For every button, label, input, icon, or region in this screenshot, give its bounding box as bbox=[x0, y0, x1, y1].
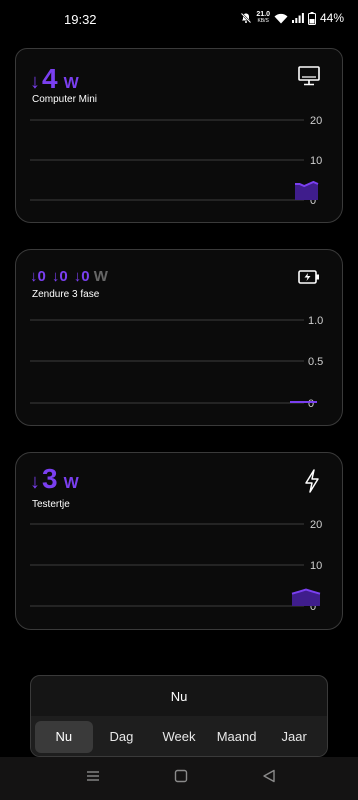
phase-power-3: ↓0 W bbox=[74, 268, 108, 285]
status-icons: 21.0 KB/S 44% bbox=[240, 11, 344, 25]
power-readout: ↓ 3 W bbox=[30, 463, 79, 495]
arrow-down-icon: ↓ bbox=[30, 268, 38, 285]
device-card-testertje[interactable]: ↓ 3 W Testertje 20 10 0 bbox=[15, 452, 343, 630]
status-time: 19:32 bbox=[64, 12, 97, 27]
phase-power-readout: ↓0 ↓0 ↓0 W bbox=[30, 268, 108, 285]
power-value: 3 bbox=[42, 463, 58, 494]
power-unit: W bbox=[63, 475, 79, 492]
power-chart: 1.0 0.5 0 bbox=[30, 315, 323, 410]
power-value: 4 bbox=[42, 63, 58, 94]
device-name: Zendure 3 fase bbox=[32, 289, 100, 300]
device-card-computer-mini[interactable]: ↓ 4 W Computer Mini 20 10 0 bbox=[15, 48, 343, 223]
back-icon[interactable] bbox=[262, 769, 276, 788]
wifi-icon bbox=[274, 13, 288, 24]
power-unit: W bbox=[93, 268, 108, 285]
tab-jaar[interactable]: Jaar bbox=[265, 721, 323, 753]
y-tick-label: 10 bbox=[310, 560, 322, 572]
power-chart: 20 10 0 bbox=[30, 519, 322, 613]
status-bar: 19:32 21.0 KB/S 44% bbox=[0, 0, 358, 40]
phase-value: 0 bbox=[81, 268, 90, 285]
power-readout: ↓ 4 W bbox=[30, 63, 79, 95]
tab-week[interactable]: Week bbox=[150, 721, 208, 753]
power-unit: W bbox=[63, 75, 79, 92]
lightning-icon bbox=[304, 469, 320, 498]
signal-icon bbox=[291, 13, 304, 23]
period-tabs: Nu Dag Week Maand Jaar bbox=[31, 716, 327, 756]
phase-power-2: ↓0 bbox=[52, 268, 68, 285]
y-tick-label: 20 bbox=[310, 519, 322, 531]
y-tick-label: 0 bbox=[308, 398, 314, 410]
tab-maand[interactable]: Maand bbox=[208, 721, 266, 753]
period-selector: Nu Nu Dag Week Maand Jaar bbox=[30, 675, 328, 757]
arrow-down-icon: ↓ bbox=[30, 71, 40, 93]
net-speed-value: 21.0 bbox=[256, 11, 270, 18]
y-tick-label: 0.5 bbox=[308, 356, 323, 368]
menu-icon[interactable] bbox=[86, 769, 100, 788]
monitor-icon bbox=[298, 66, 320, 91]
mute-icon bbox=[240, 12, 252, 24]
battery-charging-icon bbox=[298, 270, 320, 289]
tab-dag[interactable]: Dag bbox=[93, 721, 151, 753]
device-card-zendure[interactable]: ↓0 ↓0 ↓0 W Zendure 3 fase 1.0 0.5 0 bbox=[15, 249, 343, 426]
home-icon[interactable] bbox=[174, 769, 188, 788]
net-speed-unit: KB/S bbox=[257, 18, 269, 24]
battery-percent: 44% bbox=[319, 11, 344, 25]
period-current-label: Nu bbox=[170, 689, 188, 704]
y-tick-label: 1.0 bbox=[308, 315, 323, 327]
y-tick-label: 10 bbox=[310, 155, 322, 167]
phase-power-1: ↓0 bbox=[30, 268, 46, 285]
battery-icon bbox=[307, 11, 316, 25]
phase-value: 0 bbox=[37, 268, 46, 285]
system-nav-bar bbox=[0, 757, 358, 800]
net-speed: 21.0 KB/S bbox=[256, 11, 270, 25]
power-chart: 20 10 0 bbox=[30, 115, 322, 207]
phase-value: 0 bbox=[59, 268, 68, 285]
arrow-down-icon: ↓ bbox=[30, 471, 40, 493]
tab-nu[interactable]: Nu bbox=[35, 721, 93, 753]
y-tick-label: 20 bbox=[310, 115, 322, 127]
